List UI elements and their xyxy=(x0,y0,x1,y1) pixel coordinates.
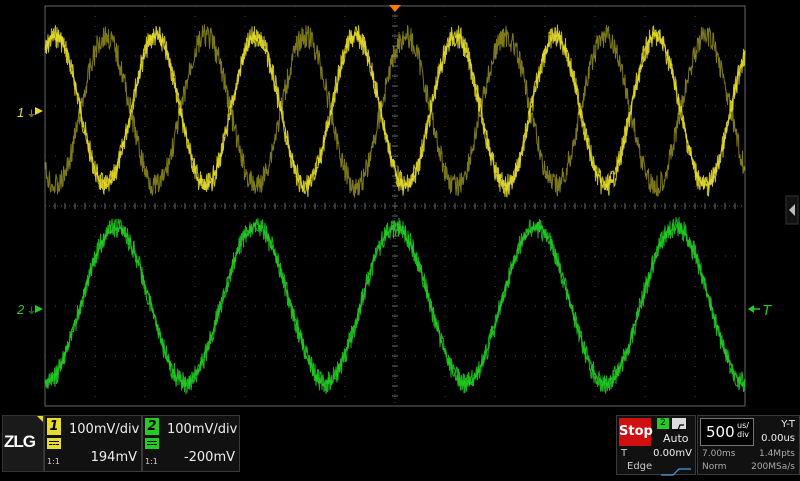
timebase-unit-bottom: div xyxy=(737,430,750,439)
sample-rate: 200MSa/s xyxy=(751,462,795,472)
run-stop-button[interactable]: Stop xyxy=(619,418,653,446)
edge-slope-icon xyxy=(661,462,691,481)
ch2-offset: -200mV xyxy=(183,450,235,465)
ch1-scale: 100mV/div xyxy=(69,422,140,437)
dc-coupling-icon xyxy=(145,438,159,449)
timebase-unit: us/ div xyxy=(737,421,749,439)
trigger-type: Edge xyxy=(627,461,653,472)
timebase-settings[interactable]: 500 us/ div Y-T 0.00us 7.00ms 1.4Mpts No… xyxy=(697,415,800,475)
trigger-level: 0.00mV xyxy=(653,448,692,459)
ch1-settings[interactable]: 1 1:1 100mV/div 194mV xyxy=(44,415,142,472)
ch2-marker-label: 2 xyxy=(16,302,25,317)
ch2-settings[interactable]: 2 1:1 100mV/div -200mV xyxy=(142,415,240,472)
trigger-label: T xyxy=(621,448,628,459)
memory-depth: 1.4Mpts xyxy=(758,449,795,459)
rising-edge-icon xyxy=(672,418,686,431)
timebase-value: 500 xyxy=(706,423,735,441)
timebase-unit-top: us/ xyxy=(737,421,749,430)
status-bar: ZLG 1 1:1 100mV/div 194mV 2 1:1 100mV/di… xyxy=(0,410,800,480)
corner-icon xyxy=(37,416,43,422)
trigger-delay: 7.00ms xyxy=(702,449,736,459)
oscilloscope-screen: 1 ⏚ 2 ⏚ T xyxy=(0,0,800,480)
horizontal-position: 0.00us xyxy=(761,433,795,444)
ch1-probe: 1:1 xyxy=(47,457,60,466)
ch1-offset: 194mV xyxy=(90,450,137,465)
ground-icon: ⏚ xyxy=(27,306,36,317)
display-mode: Y-T xyxy=(781,419,795,430)
dc-coupling-icon xyxy=(47,438,61,449)
ch2-number: 2 xyxy=(145,418,159,435)
ground-icon: ⏚ xyxy=(27,109,36,120)
ch1-number: 1 xyxy=(47,418,61,435)
trigger-settings[interactable]: Stop 2 Auto T 0.00mV Edge xyxy=(616,415,696,476)
ch1-marker-label: 1 xyxy=(17,105,24,120)
ch2-scale: 100mV/div xyxy=(167,422,238,437)
acquisition-mode: Norm xyxy=(702,462,727,472)
trigger-mode: Auto xyxy=(663,432,689,445)
logo-box: ZLG xyxy=(2,415,44,472)
timebase-scale[interactable]: 500 us/ div xyxy=(700,418,754,446)
trigger-source: 2 xyxy=(657,418,669,429)
ch2-probe: 1:1 xyxy=(145,457,158,466)
brand-logo: ZLG xyxy=(4,432,36,451)
